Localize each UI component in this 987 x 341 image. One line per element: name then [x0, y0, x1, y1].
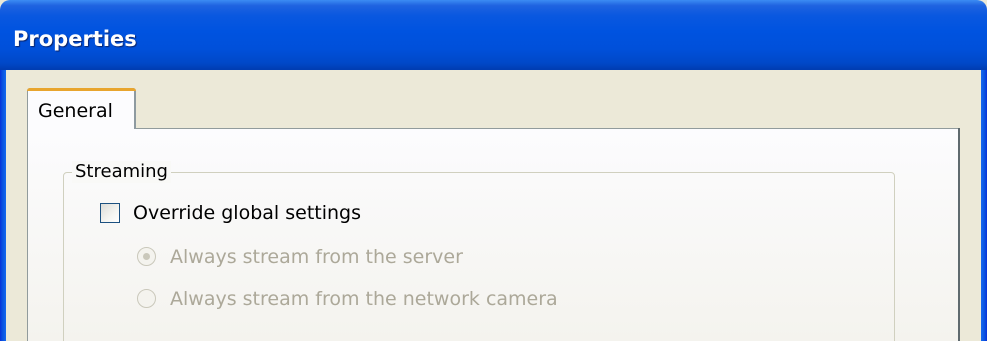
streaming-group-title: Streaming [72, 161, 171, 183]
override-global-settings-checkbox[interactable] [100, 203, 120, 223]
properties-dialog: Properties General Streaming Override gl… [0, 0, 987, 341]
tab-panel-border-right [958, 128, 960, 341]
tab-general[interactable]: General [27, 88, 136, 129]
radio-stream-from-server[interactable] [137, 247, 156, 266]
tab-panel-border-top [136, 128, 960, 129]
title-bar[interactable]: Properties [0, 0, 987, 70]
radio-stream-from-camera[interactable] [137, 289, 156, 308]
window-title: Properties [13, 27, 137, 51]
window-frame-right [981, 70, 987, 341]
radio-stream-from-server-label[interactable]: Always stream from the server [170, 245, 463, 269]
tab-panel-border-left [27, 128, 28, 341]
window-frame-left [0, 70, 6, 341]
radio-stream-from-camera-label[interactable]: Always stream from the network camera [170, 287, 558, 311]
radio-selected-dot [143, 253, 150, 260]
tab-general-label: General [38, 100, 113, 122]
override-global-settings-label[interactable]: Override global settings [133, 201, 361, 225]
